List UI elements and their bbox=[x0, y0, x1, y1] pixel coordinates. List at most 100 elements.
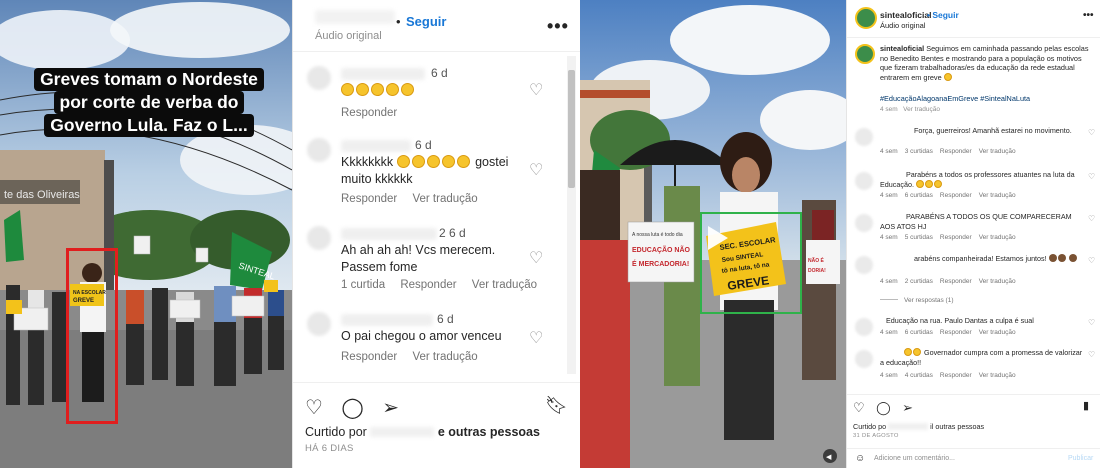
svg-text:A nossa luta é todo dia: A nossa luta é todo dia bbox=[632, 232, 683, 238]
profile-avatar[interactable] bbox=[855, 7, 877, 29]
comment-actions: Responder Ver tradução bbox=[341, 193, 490, 205]
reply-button[interactable]: Responder bbox=[940, 329, 972, 336]
mute-icon[interactable]: ◀ bbox=[826, 453, 832, 461]
screenshot-collage: te das Oliveiras SINTEAL NA ESCOLAR GREV… bbox=[0, 0, 1100, 468]
svg-text:EDUCAÇÃO NÃO: EDUCAÇÃO NÃO bbox=[632, 245, 691, 254]
comment-actions: 1 curtida Responder Ver tradução bbox=[341, 279, 549, 291]
like-heart-icon[interactable]: ♡ bbox=[529, 80, 543, 100]
see-translation-button[interactable]: Ver tradução bbox=[979, 148, 1016, 155]
comment-age: 6 d bbox=[431, 66, 448, 80]
instagram-comments-panel: • Seguir Áudio original ••• 6 d Responde… bbox=[292, 0, 580, 468]
comment-age: 6 d bbox=[437, 312, 454, 326]
comment-text: Parabéns a todos os professores atuantes… bbox=[880, 170, 1075, 189]
more-options-icon[interactable]: ••• bbox=[1083, 10, 1094, 21]
share-send-icon[interactable]: ➢ bbox=[382, 395, 399, 420]
like-heart-icon[interactable]: ♡ bbox=[1088, 172, 1095, 181]
see-translation-button[interactable]: Ver tradução bbox=[412, 351, 477, 363]
bookmark-icon[interactable]: 🔖︎ bbox=[545, 395, 568, 416]
audio-label[interactable]: Áudio original bbox=[315, 30, 382, 42]
reply-button[interactable]: Responder bbox=[940, 192, 972, 199]
like-heart-icon[interactable]: ♡ bbox=[853, 400, 865, 415]
like-heart-icon[interactable]: ♡ bbox=[305, 395, 323, 420]
comment-text: arabéns companheirada! Estamos juntos! bbox=[880, 254, 1085, 264]
like-heart-icon[interactable]: ♡ bbox=[1088, 214, 1095, 223]
avatar bbox=[855, 172, 873, 190]
comment-meta: 4 sem 3 curtidas Responder Ver tradução bbox=[880, 148, 1016, 155]
reply-button[interactable]: Responder bbox=[940, 372, 972, 379]
avatar bbox=[855, 214, 873, 232]
reply-button[interactable]: Responder bbox=[940, 234, 972, 241]
red-highlight-box bbox=[66, 248, 118, 424]
caption-hashtags[interactable]: #EducaçãoAlagoanaEmGreve #SintealNaLuta bbox=[880, 94, 1030, 103]
video-panel[interactable]: te das Oliveiras SINTEAL NA ESCOLAR GREV… bbox=[0, 0, 292, 468]
avatar bbox=[307, 66, 331, 90]
see-translation-button[interactable]: Ver tradução bbox=[979, 329, 1016, 336]
reply-button[interactable]: Responder bbox=[341, 351, 397, 363]
avatar bbox=[855, 350, 873, 368]
view-replies-link[interactable]: Ver respostas (1) bbox=[880, 297, 954, 304]
blurred-username bbox=[341, 314, 433, 326]
blurred-username bbox=[341, 228, 437, 240]
like-heart-icon[interactable]: ♡ bbox=[529, 328, 543, 348]
comment-age: 2 6 d bbox=[439, 226, 466, 240]
see-translation-button[interactable]: Ver tradução bbox=[472, 279, 537, 291]
avatar bbox=[307, 312, 331, 336]
share-send-icon[interactable]: ➢ bbox=[902, 400, 913, 415]
scrollbar-thumb[interactable] bbox=[568, 70, 575, 188]
svg-text:NÃO É: NÃO É bbox=[808, 256, 825, 264]
see-translation-button[interactable]: Ver tradução bbox=[979, 372, 1016, 379]
like-heart-icon[interactable]: ♡ bbox=[1088, 256, 1095, 265]
comment-actions: Responder Ver tradução bbox=[341, 351, 490, 363]
like-heart-icon[interactable]: ♡ bbox=[1088, 318, 1095, 327]
reply-button[interactable]: Responder bbox=[341, 107, 397, 119]
svg-text:É MERCADORIA!: É MERCADORIA! bbox=[632, 259, 689, 268]
separator-dot: • bbox=[396, 14, 401, 29]
see-translation-button[interactable]: Ver tradução bbox=[979, 278, 1016, 285]
comment-bubble-icon[interactable]: ◯ bbox=[341, 395, 363, 420]
audio-label[interactable]: Áudio original bbox=[880, 21, 925, 30]
follow-button[interactable]: Seguir bbox=[406, 14, 446, 29]
blurred-username bbox=[341, 68, 425, 80]
liked-by-text: Curtido po il outras pessoas bbox=[853, 422, 985, 431]
see-translation-button[interactable]: Ver tradução bbox=[412, 193, 477, 205]
comment-text: O pai chegou o amor venceu bbox=[341, 329, 502, 343]
post-username[interactable]: sintealoficial bbox=[880, 10, 932, 20]
see-translation-button[interactable]: Ver tradução bbox=[979, 192, 1016, 199]
follow-button[interactable]: • Seguir bbox=[927, 10, 959, 20]
building-sign: te das Oliveiras bbox=[4, 189, 80, 201]
reply-button[interactable]: Responder bbox=[400, 279, 456, 291]
post-header: • Seguir Áudio original ••• bbox=[293, 0, 580, 52]
add-comment-bar: ☺ Adicione um comentário... Publicar bbox=[847, 448, 1100, 468]
comment-text: PARABÉNS A TODOS OS QUE COMPARECERAM AOS… bbox=[880, 212, 1072, 231]
comment-meta: 4 sem 4 curtidas Responder Ver tradução bbox=[880, 372, 1016, 379]
profile-avatar[interactable] bbox=[855, 44, 875, 64]
emoji-smile-icon[interactable]: ☺ bbox=[855, 453, 865, 464]
avatar bbox=[307, 138, 331, 162]
like-heart-icon[interactable]: ♡ bbox=[1088, 128, 1095, 137]
like-heart-icon[interactable]: ♡ bbox=[529, 248, 543, 268]
avatar bbox=[855, 256, 873, 274]
reply-button[interactable]: Responder bbox=[940, 148, 972, 155]
see-translation-button[interactable]: Ver tradução bbox=[979, 234, 1016, 241]
comment-meta: 4 sem 2 curtidas Responder Ver tradução bbox=[880, 278, 1016, 285]
comment-text: Governador cumpra com a promessa de valo… bbox=[880, 348, 1083, 367]
comment-text: Educação na rua. Paulo Dantas a culpa é … bbox=[886, 316, 1034, 325]
publish-button[interactable]: Publicar bbox=[1068, 455, 1093, 462]
see-translation-button[interactable]: Ver tradução bbox=[903, 106, 940, 113]
comment-bubble-icon[interactable]: ◯ bbox=[876, 400, 891, 415]
comment-text: Kkkkkkkk gostei muito kkkkkk bbox=[341, 155, 509, 186]
comment-input[interactable]: Adicione um comentário... bbox=[874, 455, 955, 462]
reply-button[interactable]: Responder bbox=[341, 193, 397, 205]
reply-button[interactable]: Responder bbox=[940, 278, 972, 285]
like-heart-icon[interactable]: ♡ bbox=[1088, 350, 1095, 359]
instagram-post-panel: sintealoficial • Seguir Áudio original •… bbox=[846, 0, 1100, 468]
video-caption: Greves tomam o Nordeste por corte de ver… bbox=[24, 68, 274, 137]
avatar bbox=[307, 226, 331, 250]
caption-line-2: por corte de verba do bbox=[53, 91, 245, 114]
caption-text: sintealoficial Seguimos em caminhada pas… bbox=[880, 44, 1089, 82]
more-options-icon[interactable]: ••• bbox=[547, 16, 569, 37]
like-heart-icon[interactable]: ♡ bbox=[529, 160, 543, 180]
like-count[interactable]: 1 curtida bbox=[341, 279, 385, 291]
bookmark-icon[interactable]: ▮ bbox=[1083, 399, 1089, 412]
liked-by-text: Curtido por e outras pessoas bbox=[305, 425, 540, 439]
